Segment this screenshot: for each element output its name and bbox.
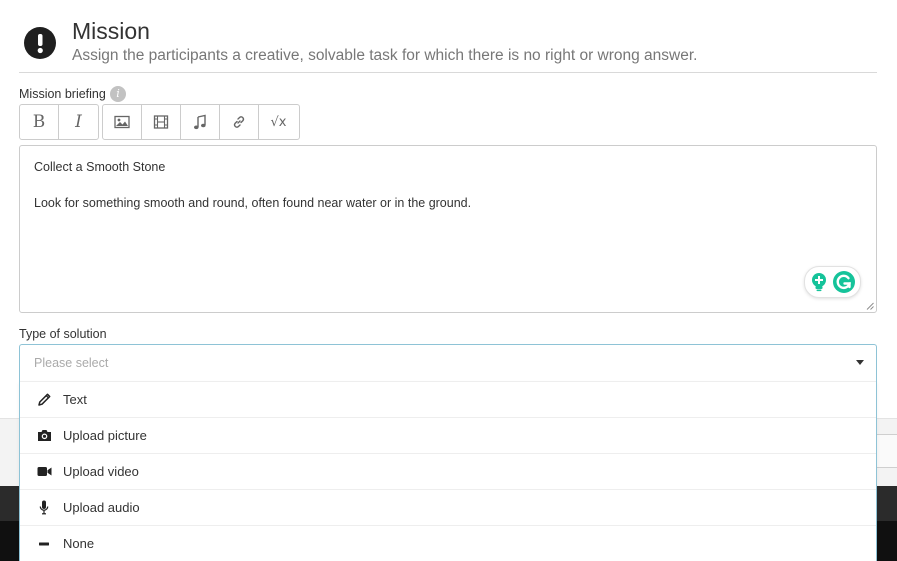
italic-button[interactable]: I xyxy=(59,105,98,139)
solution-type-select[interactable]: Please select xyxy=(19,344,877,381)
option-text[interactable]: Text xyxy=(20,381,876,417)
option-label: None xyxy=(63,535,95,551)
editor-line-description: Look for something smooth and round, oft… xyxy=(34,196,472,210)
text-format-toolbar: B I xyxy=(19,104,99,140)
editor-line-title: Collect a Smooth Stone xyxy=(34,160,166,174)
caret-down-icon xyxy=(856,360,864,365)
option-upload-audio[interactable]: Upload audio xyxy=(20,489,876,525)
option-label: Upload audio xyxy=(63,499,140,515)
media-toolbar: √x xyxy=(102,104,300,140)
camera-icon xyxy=(36,428,52,444)
header-divider xyxy=(19,72,877,73)
exclamation-circle-icon xyxy=(24,27,56,59)
option-label: Upload picture xyxy=(63,427,147,443)
insert-audio-button[interactable] xyxy=(181,105,220,139)
page-title: Mission xyxy=(72,18,150,44)
option-label: Upload video xyxy=(63,463,139,479)
lightbulb-icon xyxy=(811,273,826,292)
image-icon xyxy=(114,115,130,129)
bold-button[interactable]: B xyxy=(20,105,59,139)
insert-video-button[interactable] xyxy=(142,105,181,139)
solution-type-label: Type of solution xyxy=(19,327,107,341)
option-label: Text xyxy=(63,391,87,407)
option-upload-picture[interactable]: Upload picture xyxy=(20,417,876,453)
option-upload-video[interactable]: Upload video xyxy=(20,453,876,489)
mission-briefing-label: Mission briefing xyxy=(19,87,106,101)
minus-icon xyxy=(36,536,52,552)
insert-link-button[interactable] xyxy=(220,105,259,139)
film-icon xyxy=(153,115,169,129)
page-subtitle: Assign the participants a creative, solv… xyxy=(72,47,698,64)
grammarly-widget[interactable] xyxy=(804,266,861,298)
music-icon xyxy=(194,114,206,130)
mission-briefing-editor[interactable]: Collect a Smooth Stone Look for somethin… xyxy=(19,145,877,313)
microphone-icon xyxy=(36,500,52,516)
info-icon[interactable]: i xyxy=(110,86,126,102)
link-icon xyxy=(233,116,245,128)
video-camera-icon xyxy=(36,464,52,480)
insert-image-button[interactable] xyxy=(103,105,142,139)
formula-icon: √x xyxy=(270,114,287,130)
option-none[interactable]: None xyxy=(20,525,876,561)
pencil-icon xyxy=(36,392,52,408)
resize-handle-icon[interactable] xyxy=(866,302,874,310)
grammarly-icon xyxy=(832,271,855,293)
solution-type-dropdown: Text Upload picture Upload video Upload … xyxy=(19,381,877,561)
insert-formula-button[interactable]: √x xyxy=(259,105,298,139)
page: Mission Assign the participants a creati… xyxy=(0,0,897,561)
select-placeholder: Please select xyxy=(34,356,109,370)
